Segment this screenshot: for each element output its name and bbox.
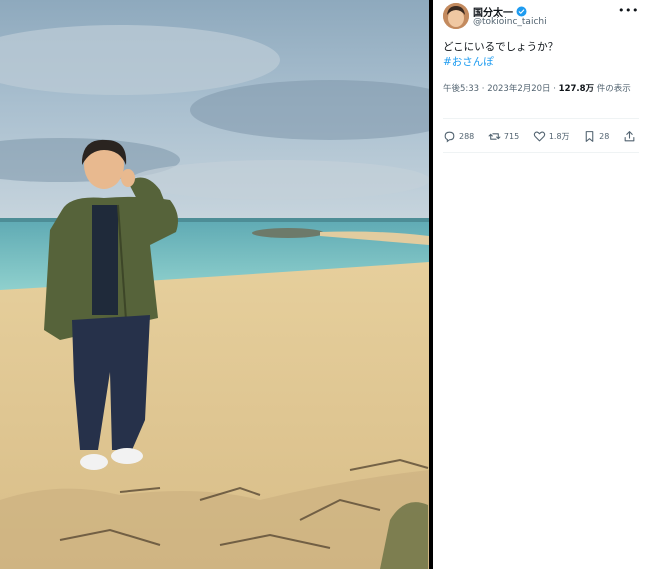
verified-icon bbox=[516, 6, 527, 17]
tweet-text: どこにいるでしょうか？ #おさんぽ bbox=[443, 40, 639, 70]
meta-separator: · bbox=[550, 84, 559, 94]
bookmark-button[interactable]: 28 bbox=[583, 130, 609, 143]
reply-count: 288 bbox=[459, 131, 475, 141]
like-button[interactable]: 1.8万 bbox=[533, 130, 570, 143]
action-bar: 288 715 1.8万 28 bbox=[443, 127, 639, 145]
views-count: 127.8万 bbox=[558, 84, 595, 94]
retweet-count: 715 bbox=[503, 131, 520, 141]
tweet-body: どこにいるでしょうか？ bbox=[443, 41, 559, 53]
tweet-time[interactable]: 午後5:33 bbox=[443, 84, 479, 94]
views-label: 件の表示 bbox=[594, 84, 631, 94]
like-icon bbox=[533, 131, 545, 141]
reply-icon bbox=[444, 131, 455, 142]
tweet-meta: 午後5:33 · 2023年2月20日 · 127.8万 件の表示 bbox=[443, 82, 633, 96]
bookmark-icon bbox=[585, 130, 594, 142]
more-icon[interactable]: ••• bbox=[618, 4, 639, 17]
like-count: 1.8万 bbox=[548, 131, 570, 141]
tweet-photo[interactable] bbox=[0, 0, 429, 569]
divider bbox=[443, 152, 639, 153]
share-icon bbox=[624, 130, 635, 141]
bookmark-count: 28 bbox=[599, 131, 610, 141]
retweet-button[interactable]: 715 bbox=[488, 130, 519, 143]
meta-separator: · bbox=[479, 84, 488, 94]
beach-photo bbox=[0, 0, 429, 569]
share-button[interactable] bbox=[623, 130, 639, 143]
tweet-panel: 国分太一 @tokioinc_taichi ••• どこにいるでしょうか？ #お… bbox=[433, 0, 645, 569]
avatar[interactable] bbox=[443, 3, 469, 29]
reply-button[interactable]: 288 bbox=[443, 130, 474, 143]
retweet-icon bbox=[488, 132, 501, 140]
hashtag-link[interactable]: #おさんぽ bbox=[443, 55, 639, 70]
tweet-date[interactable]: 2023年2月20日 bbox=[487, 84, 550, 94]
divider bbox=[443, 118, 639, 119]
user-handle[interactable]: @tokioinc_taichi bbox=[473, 17, 547, 27]
tweet-header: 国分太一 @tokioinc_taichi ••• bbox=[443, 3, 639, 31]
